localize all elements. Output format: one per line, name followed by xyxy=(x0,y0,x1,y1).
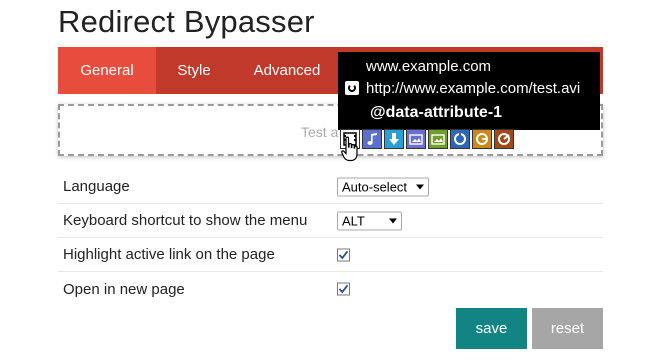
blank-anchor-icon[interactable] xyxy=(450,129,470,149)
tab-advanced[interactable]: Advanced xyxy=(232,47,342,94)
save-button[interactable]: save xyxy=(456,308,527,349)
tab-style[interactable]: Style xyxy=(156,47,232,94)
language-select-value: Auto-select xyxy=(342,179,408,194)
shortcut-label: Keyboard shortcut to show the menu xyxy=(63,212,308,229)
shortcut-select[interactable]: ALT xyxy=(337,211,402,230)
setting-language-row: Language Auto-select xyxy=(58,170,603,204)
chevron-down-icon xyxy=(416,184,424,189)
test-link-text[interactable]: Test a xyxy=(301,124,338,140)
page-title: Redirect Bypasser xyxy=(58,4,315,39)
setting-new-page-row: Open in new page xyxy=(58,272,603,306)
checkmark-icon xyxy=(338,250,349,259)
lastfm-icon[interactable] xyxy=(494,129,514,149)
music-note-icon[interactable] xyxy=(362,129,382,149)
new-page-checkbox[interactable] xyxy=(337,282,350,296)
language-label: Language xyxy=(63,178,130,195)
setting-shortcut-row: Keyboard shortcut to show the menu ALT xyxy=(58,204,603,238)
link-info-popup: www.example.com http://www.example.com/t… xyxy=(338,52,600,130)
language-select[interactable]: Auto-select xyxy=(337,177,429,196)
chevron-down-icon xyxy=(389,218,397,223)
action-icon-strip xyxy=(340,129,514,149)
setting-highlight-row: Highlight active link on the page xyxy=(58,238,603,272)
popup-attribute: @data-attribute-1 xyxy=(370,104,503,121)
highlight-checkbox[interactable] xyxy=(337,248,350,261)
image-search-icon[interactable] xyxy=(428,129,448,149)
hand-cursor-icon xyxy=(341,136,358,162)
highlight-label: Highlight active link on the page xyxy=(63,246,275,263)
popup-url-secondary: http://www.example.com/test.avi xyxy=(366,80,581,97)
link-globe-icon xyxy=(345,81,359,95)
reset-button[interactable]: reset xyxy=(532,308,603,349)
tab-general[interactable]: General xyxy=(58,47,156,94)
download-icon[interactable] xyxy=(384,129,404,149)
image-icon[interactable] xyxy=(406,129,426,149)
popup-url-primary: www.example.com xyxy=(366,58,492,75)
new-page-label: Open in new page xyxy=(63,280,185,298)
settings-form: Language Auto-select Keyboard shortcut t… xyxy=(58,170,603,306)
shortcut-select-value: ALT xyxy=(342,213,365,228)
checkmark-icon xyxy=(338,284,349,294)
google-icon[interactable] xyxy=(472,129,492,149)
